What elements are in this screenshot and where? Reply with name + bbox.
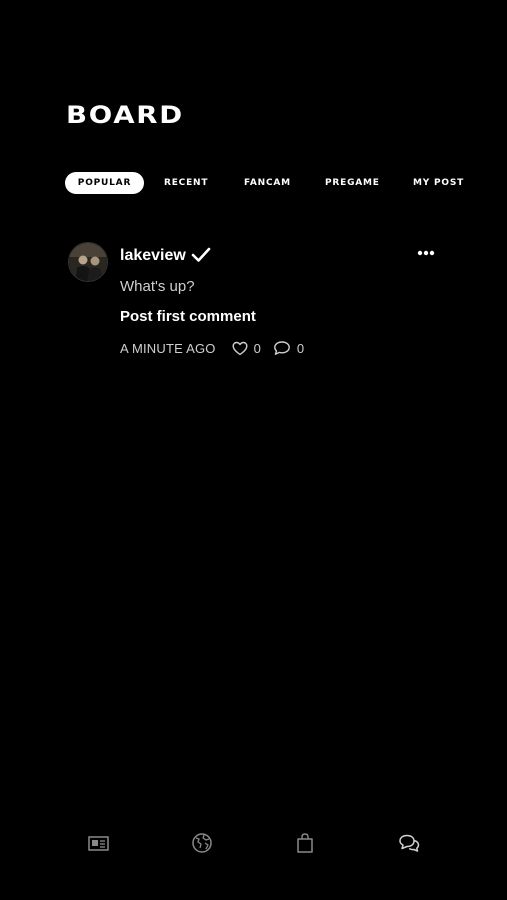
post-first-comment-link[interactable]: Post first comment: [120, 308, 256, 325]
tab-fancam[interactable]: FANCAM: [244, 172, 291, 194]
post-timestamp: A MINUTE AGO: [120, 340, 216, 356]
comment-icon: [273, 340, 291, 356]
heart-icon: [232, 341, 248, 356]
tab-popular[interactable]: POPULAR: [65, 172, 144, 194]
comment-button[interactable]: 0: [273, 340, 304, 356]
news-icon[interactable]: [86, 830, 112, 856]
like-button[interactable]: 0: [232, 341, 261, 356]
shopping-bag-icon[interactable]: [292, 830, 318, 856]
checkmark-icon: [190, 246, 212, 264]
like-count: 0: [253, 340, 261, 356]
tab-recent[interactable]: RECENT: [164, 172, 208, 194]
comment-count: 0: [296, 340, 305, 356]
tab-my-post[interactable]: MY POST: [413, 172, 464, 194]
page-title: BOARD: [66, 101, 184, 129]
board-tabs: POPULAR RECENT FANCAM PREGAME MY POST: [0, 172, 507, 194]
post-username[interactable]: lakeview: [120, 247, 186, 265]
avatar[interactable]: [68, 242, 108, 282]
globe-icon[interactable]: [189, 830, 215, 856]
post-body: What's up?: [120, 278, 195, 295]
bottom-nav: [0, 830, 507, 860]
post-meta: A MINUTE AGO 0 0: [120, 339, 304, 357]
chat-bubbles-icon[interactable]: [396, 830, 422, 856]
tab-pregame[interactable]: PREGAME: [325, 172, 380, 194]
more-options-icon[interactable]: [414, 244, 438, 262]
